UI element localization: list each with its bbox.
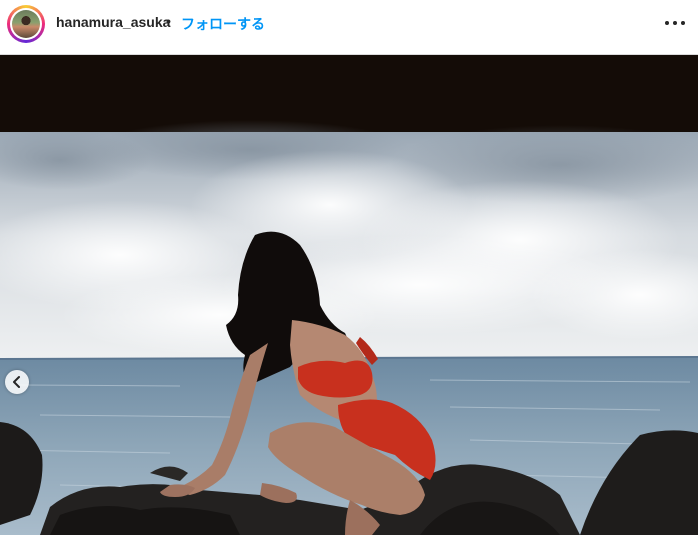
avatar[interactable] <box>7 5 45 43</box>
post-header: hanamura_asuka • フォローする <box>0 0 698 55</box>
carousel-prev-button[interactable] <box>5 370 29 394</box>
chevron-left-icon <box>13 376 20 388</box>
post-photo[interactable] <box>0 55 698 535</box>
separator-dot: • <box>166 13 171 29</box>
more-options-icon[interactable] <box>662 12 688 32</box>
avatar-image <box>12 10 40 38</box>
instagram-post: hanamura_asuka • フォローする <box>0 0 698 535</box>
photo-image <box>0 55 698 535</box>
username-link[interactable]: hanamura_asuka <box>56 14 170 30</box>
follow-button[interactable]: フォローする <box>181 14 265 34</box>
